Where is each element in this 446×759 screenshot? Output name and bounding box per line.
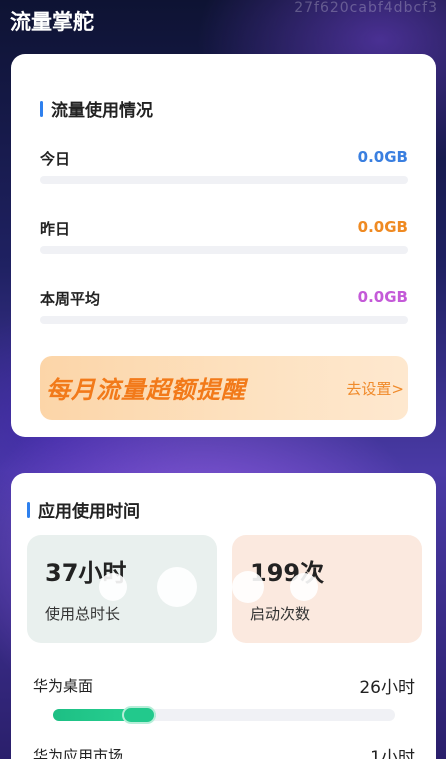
traffic-bar-yesterday [40, 246, 408, 254]
section-accent-bar [27, 501, 30, 518]
app-usage-row[interactable]: 华为桌面 26小时 [33, 675, 415, 724]
banner-title: 每月流量超额提醒 [46, 376, 246, 404]
decorative-circle [290, 573, 318, 601]
traffic-value-week-average: 0.0GB [357, 288, 408, 306]
app-usage-bar-track [53, 706, 395, 724]
app-name: 华为应用市场 [33, 747, 124, 759]
decorative-circle [157, 567, 197, 607]
app-usage-row[interactable]: 华为应用市场 1小时 [33, 745, 415, 759]
traffic-row-today: 今日 0.0GB [40, 148, 408, 184]
launch-count-stat: 199次 启动次数 [232, 535, 422, 643]
traffic-label-today: 今日 [40, 150, 71, 168]
traffic-usage-card: 流量使用情况 今日 0.0GB 昨日 0.0GB 本周平均 0.0GB 每月流量… [11, 54, 436, 437]
watermark-text: 27f620cabf4dbcf3 [294, 0, 438, 16]
app-name: 华为桌面 [33, 677, 94, 695]
launch-count-caption: 启动次数 [250, 605, 311, 623]
decorative-circle [232, 571, 264, 603]
traffic-section-title: 流量使用情况 [51, 101, 153, 121]
traffic-value-today: 0.0GB [357, 148, 408, 166]
traffic-label-week-average: 本周平均 [40, 290, 101, 308]
traffic-label-yesterday: 昨日 [40, 220, 71, 238]
traffic-section-header: 流量使用情况 [40, 96, 153, 121]
traffic-row-yesterday: 昨日 0.0GB [40, 218, 408, 254]
traffic-value-yesterday: 0.0GB [357, 218, 408, 236]
app-usage-time: 26小时 [359, 678, 415, 698]
app-usage-bar-thumb [121, 706, 156, 724]
total-time-stat: 37小时 使用总时长 [27, 535, 217, 643]
app-usage-time: 1小时 [370, 748, 415, 759]
app-title: 流量掌舵 [10, 10, 94, 34]
app-usage-card: 应用使用时间 37小时 使用总时长 199次 启动次数 华为桌面 26小时 华为… [11, 473, 436, 759]
decorative-circle [99, 573, 127, 601]
section-accent-bar [40, 100, 43, 117]
monthly-limit-reminder-banner[interactable]: 每月流量超额提醒 去设置> [40, 356, 408, 420]
usage-section-title: 应用使用时间 [38, 502, 140, 522]
traffic-bar-today [40, 176, 408, 184]
go-settings-link[interactable]: 去设置> [346, 378, 404, 399]
traffic-bar-week-average [40, 316, 408, 324]
traffic-row-week-average: 本周平均 0.0GB [40, 288, 408, 324]
total-time-caption: 使用总时长 [45, 605, 121, 623]
usage-section-header: 应用使用时间 [27, 497, 140, 522]
